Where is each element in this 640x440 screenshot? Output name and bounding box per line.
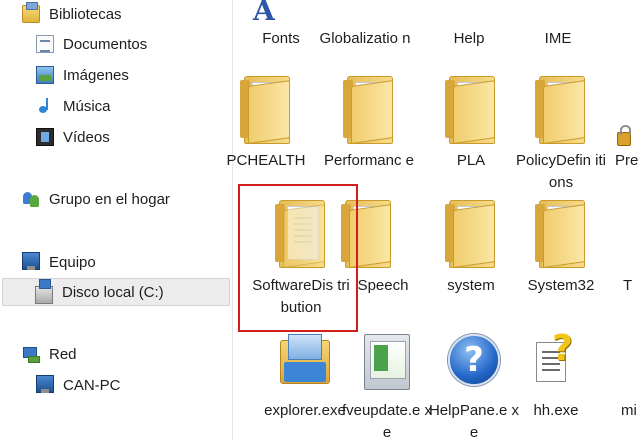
folder-icon (443, 76, 499, 146)
folder-item[interactable]: System32 (515, 200, 607, 300)
lock-icon (617, 125, 631, 146)
folder-icon (238, 76, 294, 146)
folder-item[interactable]: Performanc e (323, 76, 415, 196)
navigation-pane: Bibliotecas Documentos Imágenes Música V… (0, 0, 232, 440)
folder-item[interactable]: PLA (426, 76, 516, 176)
computer-icon (22, 251, 40, 270)
nav-item-documentos[interactable]: Documentos (36, 30, 147, 58)
exe-item[interactable]: fveupdate.e xe (340, 334, 434, 440)
folder-item[interactable]: Globalizatio n (310, 0, 420, 50)
folder-icon (443, 200, 499, 270)
videos-icon (36, 128, 54, 146)
pc-icon (36, 374, 54, 393)
nav-item-red[interactable]: Red (22, 340, 77, 368)
nav-item-label: Documentos (63, 35, 148, 53)
library-icon (22, 2, 40, 23)
file-label: T (623, 277, 633, 294)
folder-item[interactable]: system (426, 200, 516, 300)
nav-item-videos[interactable]: Vídeos (36, 123, 110, 151)
folder-icon (533, 200, 589, 270)
nav-item-label: Vídeos (63, 128, 110, 146)
homegroup-icon (22, 190, 40, 208)
exe-item[interactable]: mi (621, 334, 640, 440)
html-help-icon: ? (534, 328, 578, 386)
folder-item[interactable]: T (623, 200, 640, 300)
folder-item[interactable]: PolicyDefin itions (515, 76, 607, 196)
folder-icon (533, 76, 589, 146)
folder-item[interactable]: IME (503, 0, 613, 50)
nav-item-label: Disco local (C:) (62, 283, 164, 301)
nav-item-can-pc[interactable]: CAN-PC (36, 371, 121, 399)
file-label: Pre (615, 152, 639, 169)
folder-item[interactable]: Pre (615, 76, 640, 176)
selection-highlight (238, 184, 358, 332)
fveupdate-icon (364, 334, 410, 390)
nav-item-label: Grupo en el hogar (49, 190, 170, 208)
network-icon (22, 345, 40, 363)
nav-item-disco-local[interactable]: Disco local (C:) (2, 278, 230, 306)
nav-item-label: Equipo (49, 253, 96, 271)
nav-item-label: CAN-PC (63, 376, 121, 394)
file-label: Globalizatio n (319, 30, 411, 47)
folder-item[interactable]: PCHEALTH (211, 76, 321, 176)
documents-icon (36, 35, 54, 53)
pictures-icon (36, 66, 54, 84)
font-icon: A (253, 0, 275, 27)
help-icon: ? (448, 334, 500, 386)
nav-item-imagenes[interactable]: Imágenes (36, 61, 129, 89)
nav-item-equipo[interactable]: Equipo (22, 248, 96, 276)
music-icon (36, 97, 54, 115)
nav-item-label: Imágenes (63, 66, 129, 84)
exe-item[interactable]: ? hh.exe (515, 328, 597, 440)
windows-explorer-icon (278, 334, 332, 388)
nav-item-grupo-hogar[interactable]: Grupo en el hogar (22, 185, 170, 213)
local-disk-icon (35, 279, 53, 304)
nav-item-label: Música (63, 97, 111, 115)
exe-item[interactable]: ? HelpPane.e xe (426, 334, 522, 440)
nav-item-label: Bibliotecas (49, 5, 122, 23)
nav-item-musica[interactable]: Música (36, 92, 111, 120)
nav-item-bibliotecas[interactable]: Bibliotecas (22, 0, 122, 28)
file-label: IME (544, 30, 572, 47)
folder-icon (341, 76, 397, 146)
file-label: mi (621, 402, 637, 419)
nav-item-label: Red (49, 345, 77, 363)
